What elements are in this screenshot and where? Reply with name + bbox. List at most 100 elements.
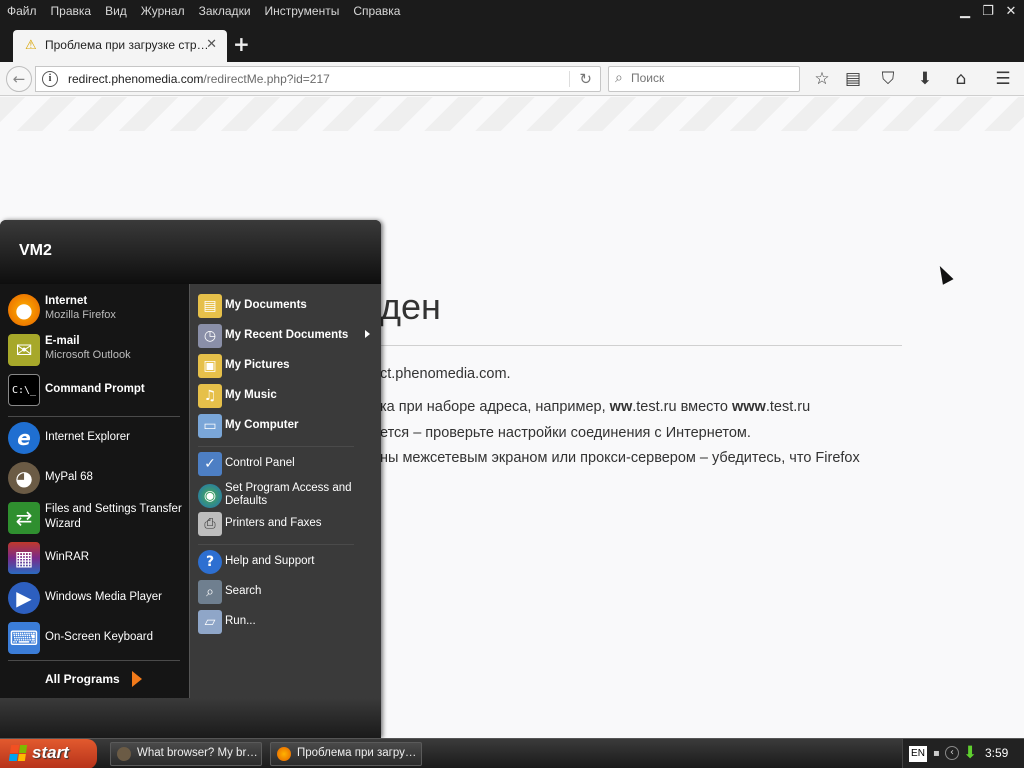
tray-expand-icon[interactable]: ‹ <box>945 746 959 760</box>
search-input[interactable] <box>631 71 791 85</box>
restore-button[interactable]: ❐ <box>979 4 997 20</box>
start-item-recent-documents[interactable]: ◷ My Recent Documents <box>196 322 378 350</box>
start-item-control-panel[interactable]: ✓ Control Panel <box>196 450 378 478</box>
my-documents-icon: ▤ <box>198 294 222 318</box>
taskbar-button-mypal[interactable]: What browser? My br… <box>110 742 262 766</box>
tab-close-icon[interactable]: ✕ <box>206 37 217 52</box>
menu-view[interactable]: Вид <box>105 4 127 18</box>
start-item-label: Set Program Access and Defaults <box>225 482 352 507</box>
all-programs-arrow-icon[interactable] <box>132 671 142 687</box>
download-tray-icon[interactable]: ⬇ <box>963 743 977 763</box>
start-item-label: My Computer <box>225 419 299 431</box>
url-bar[interactable]: i redirect.phenomedia.com/redirectMe.php… <box>35 66 601 92</box>
reading-list-icon[interactable]: ▤ <box>842 68 864 90</box>
reload-icon[interactable]: ↻ <box>579 70 592 88</box>
winrar-icon: ▦ <box>8 542 40 574</box>
menu-bar: Файл Правка Вид Журнал Закладки Инструме… <box>0 0 1024 24</box>
start-menu-separator <box>198 544 354 545</box>
start-item-transfer-wizard[interactable]: ⇄ Files and Settings Transfer Wizard <box>6 500 186 536</box>
minimize-button[interactable]: ▁ <box>956 4 974 20</box>
menu-history[interactable]: Журнал <box>141 4 185 18</box>
start-item-label: WinRAR <box>45 551 90 563</box>
error-line-2e: .test.ru <box>765 399 811 415</box>
language-indicator[interactable]: EN <box>909 746 927 762</box>
start-item-sublabel: Mozilla Firefox <box>45 309 116 321</box>
start-item-my-pictures[interactable]: ▣ My Pictures <box>196 352 378 380</box>
start-item-my-computer[interactable]: ▭ My Computer <box>196 412 378 440</box>
start-item-label: Control Panel <box>225 457 295 469</box>
error-line-4: ны межсетевым экраном или прокси-серверо… <box>380 450 860 466</box>
start-item-my-documents[interactable]: ▤ My Documents <box>196 292 378 320</box>
my-computer-icon: ▭ <box>198 414 222 438</box>
start-item-sublabel: Microsoft Outlook <box>45 349 131 361</box>
start-item-program-defaults[interactable]: ◉ Set Program Access and Defaults <box>196 482 378 510</box>
tray-dot-icon: ▪ <box>933 748 940 759</box>
start-item-label: Windows Media Player <box>45 591 162 603</box>
start-item-label: My Recent Documents <box>225 329 349 341</box>
url-text[interactable]: redirect.phenomedia.com/redirectMe.php?i… <box>68 72 330 86</box>
start-menu-separator <box>8 416 180 417</box>
error-line-2a: ка при наборе адреса, например, <box>380 399 606 415</box>
menu-bookmarks[interactable]: Закладки <box>199 4 251 18</box>
url-path: /redirectMe.php?id=217 <box>203 72 330 86</box>
start-button[interactable]: start <box>0 739 97 768</box>
taskbar-button-label: Проблема при загру… <box>297 747 417 759</box>
start-item-help[interactable]: ? Help and Support <box>196 548 378 576</box>
close-window-button[interactable]: ✕ <box>1002 4 1020 20</box>
start-item-label: My Music <box>225 389 277 401</box>
command-prompt-icon: C:\_ <box>8 374 40 406</box>
back-arrow-icon[interactable]: ← <box>6 66 32 92</box>
firefox-icon <box>277 747 291 761</box>
mypal-raccoon-icon: ◕ <box>8 462 40 494</box>
hamburger-menu-icon[interactable]: ☰ <box>992 68 1014 90</box>
start-menu-separator <box>198 446 354 447</box>
control-panel-icon: ✓ <box>198 452 222 476</box>
start-item-my-music[interactable]: ♫ My Music <box>196 382 378 410</box>
start-item-label: On-Screen Keyboard <box>45 631 154 643</box>
tab-active[interactable]: ⚠ Проблема при загрузке стр… ✕ <box>13 30 227 62</box>
user-name: VM2 <box>19 242 52 259</box>
start-item-search[interactable]: ⌕ Search <box>196 578 378 606</box>
start-item-command-prompt[interactable]: C:\_ Command Prompt <box>6 372 186 408</box>
search-bar[interactable]: ⌕ <box>608 66 800 92</box>
start-item-media-player[interactable]: ▶ Windows Media Player <box>6 580 186 616</box>
outlook-icon: ✉ <box>8 334 40 366</box>
start-item-internet-explorer[interactable]: e Internet Explorer <box>6 420 186 456</box>
menu-help[interactable]: Справка <box>353 4 400 18</box>
tab-strip: ⚠ Проблема при загрузке стр… ✕ + <box>0 24 1024 62</box>
taskbar-button-label: What browser? My br… <box>137 747 258 759</box>
start-item-run[interactable]: ▱ Run... <box>196 608 378 636</box>
start-item-mypal[interactable]: ◕ MyPal 68 <box>6 460 186 496</box>
system-tray: EN ▪ ‹ ⬇ 3:59 <box>902 739 1024 768</box>
start-item-internet[interactable]: ● Internet Mozilla Firefox <box>6 292 186 328</box>
start-item-label-2: Wizard <box>45 518 81 530</box>
all-programs-button[interactable]: All Programs <box>45 672 120 686</box>
star-bookmark-icon[interactable]: ☆ <box>811 68 833 90</box>
menu-tools[interactable]: Инструменты <box>265 4 340 18</box>
mouse-cursor <box>934 263 954 285</box>
start-item-label: My Documents <box>225 299 307 311</box>
url-separator <box>569 71 570 87</box>
home-icon[interactable]: ⌂ <box>950 68 972 90</box>
start-item-email[interactable]: ✉ E-mail Microsoft Outlook <box>6 332 186 368</box>
taskbar-button-firefox[interactable]: Проблема при загру… <box>270 742 422 766</box>
start-item-label: Help and Support <box>225 555 315 567</box>
start-label: start <box>32 743 69 762</box>
start-item-onscreen-keyboard[interactable]: ⌨ On-Screen Keyboard <box>6 620 186 656</box>
menu-file[interactable]: Файл <box>7 4 37 18</box>
pocket-icon[interactable]: ⛉ <box>877 68 899 90</box>
start-item-printers[interactable]: ⎙ Printers and Faxes <box>196 510 378 538</box>
search-magnifier-icon: ⌕ <box>615 70 623 86</box>
new-tab-button[interactable]: + <box>233 32 250 56</box>
error-line-2: ка при наборе адреса, например, ww.test.… <box>380 399 810 415</box>
download-icon[interactable]: ⬇ <box>914 68 936 90</box>
start-item-label: E-mail <box>45 335 80 347</box>
clock[interactable]: 3:59 <box>985 746 1008 760</box>
start-item-winrar[interactable]: ▦ WinRAR <box>6 540 186 576</box>
run-icon: ▱ <box>198 610 222 634</box>
error-title: ден <box>380 286 441 327</box>
error-line-2d: www <box>731 399 766 415</box>
menu-edit[interactable]: Правка <box>51 4 92 18</box>
site-info-icon[interactable]: i <box>42 71 58 87</box>
url-host: redirect.phenomedia.com <box>68 72 204 86</box>
